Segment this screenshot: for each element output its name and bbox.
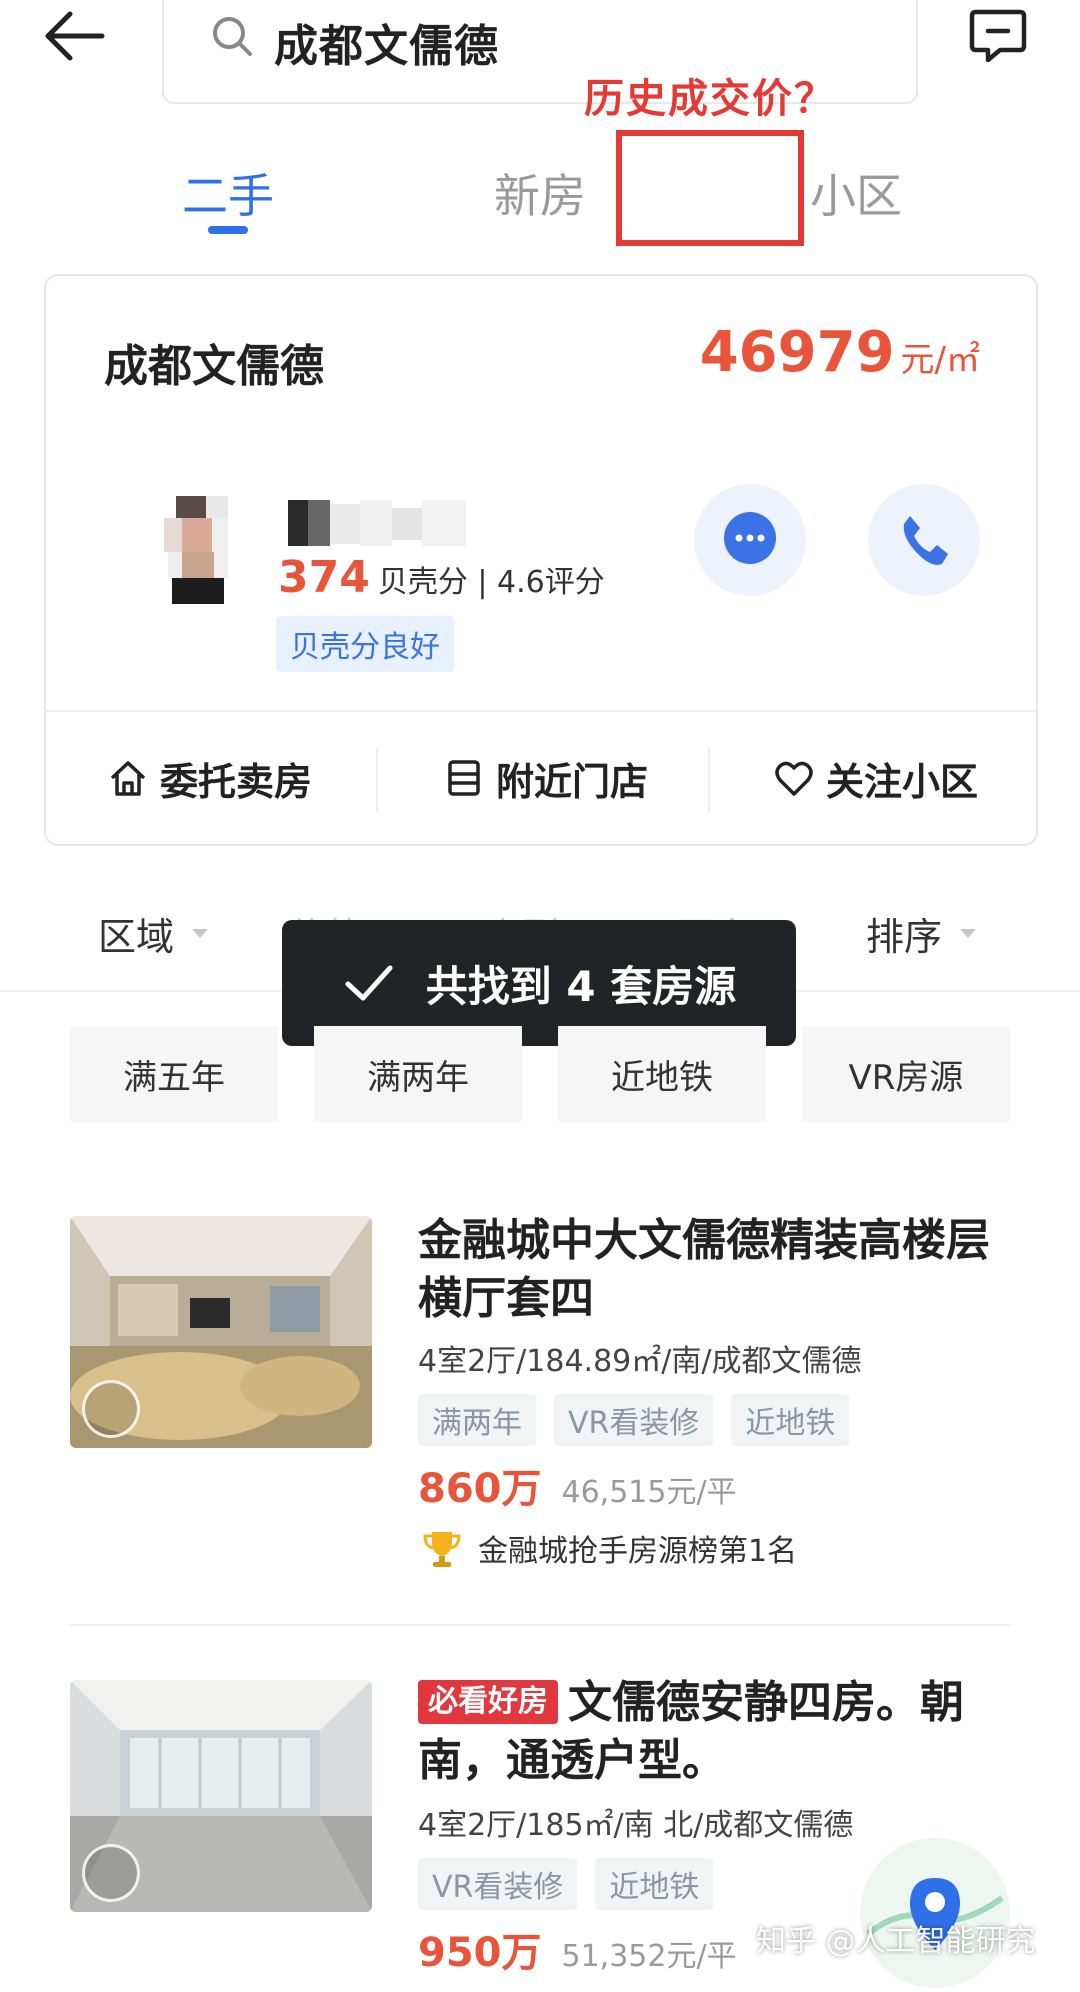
back-arrow-icon[interactable]: [40, 6, 110, 66]
listing-tags: VR看装修 近地铁: [418, 1858, 714, 1910]
community-price: 46979 元/㎡: [700, 320, 980, 385]
card-divider: [46, 710, 1036, 712]
map-button[interactable]: [860, 1838, 1010, 1988]
active-tab-indicator: [208, 226, 248, 234]
quick-tag[interactable]: 近地铁: [558, 1026, 766, 1122]
vr-panorama-icon: [82, 1380, 140, 1438]
listing-price: 950万 51,352元/平: [418, 1920, 737, 1978]
dropdown-arrow-icon: [192, 929, 209, 938]
listing-spec: 4室2厅/184.89㎡/南/成都文儒德: [418, 1344, 862, 1379]
rank-badge: 金融城抢手房源榜第1名: [420, 1526, 797, 1570]
phone-button[interactable]: [868, 484, 980, 596]
score-value: 374: [278, 552, 370, 603]
location-pin-icon: [866, 1878, 1004, 1950]
action-label: 关注小区: [826, 759, 979, 804]
follow-community-button[interactable]: 关注小区: [772, 746, 978, 810]
action-separator: [708, 748, 710, 812]
tab-new-house[interactable]: 新房: [494, 160, 586, 226]
action-label: 附近门店: [496, 759, 649, 804]
listing-tag: VR看装修: [554, 1394, 714, 1446]
watermark: 知乎 @人工智能研究: [756, 1924, 1036, 1959]
quick-tag[interactable]: 满两年: [314, 1026, 522, 1122]
total-price: 860万: [418, 1466, 542, 1512]
listing-price: 860万 46,515元/平: [418, 1456, 737, 1514]
house-icon: [110, 761, 146, 796]
search-icon: [210, 14, 254, 58]
message-icon[interactable]: [966, 4, 1030, 68]
score-text: 贝壳分 | 4.6评分: [377, 565, 605, 600]
score-badge: 贝壳分良好: [276, 616, 454, 672]
unit-price: 46,515元/平: [561, 1475, 737, 1510]
price-unit: 元/㎡: [900, 340, 980, 380]
listing-tags: 满两年 VR看装修 近地铁: [418, 1394, 850, 1446]
filter-area[interactable]: 区域: [98, 906, 209, 961]
tab-community[interactable]: 小区: [810, 160, 902, 226]
dropdown-arrow-icon: [960, 929, 977, 938]
listing-title[interactable]: 必看好房 文儒德安静四房。朝南，通透户型。: [418, 1674, 1018, 1790]
filter-label: 区域: [98, 915, 175, 959]
agent-name-blurred: [288, 500, 468, 548]
tab-second-hand[interactable]: 二手: [182, 160, 274, 226]
action-label: 委托卖房: [160, 759, 313, 804]
chat-button[interactable]: [694, 484, 806, 596]
total-price: 950万: [418, 1930, 542, 1976]
listing-tag: 满两年: [418, 1394, 536, 1446]
chat-icon: [724, 512, 776, 564]
community-name: 成都文儒德: [104, 341, 324, 392]
avatar[interactable]: [154, 496, 236, 604]
listing-photo[interactable]: [70, 1680, 372, 1912]
nearby-store-button[interactable]: 附近门店: [442, 746, 648, 810]
must-see-badge: 必看好房: [418, 1680, 558, 1724]
listing-tag: 近地铁: [731, 1394, 850, 1446]
listing-tag: VR看装修: [418, 1858, 578, 1910]
action-separator: [376, 748, 378, 812]
trophy-icon: [423, 1532, 461, 1567]
unit-price: 51,352元/平: [561, 1939, 737, 1974]
filter-label: 排序: [866, 915, 943, 959]
heart-icon: [775, 761, 813, 796]
rank-text: 金融城抢手房源榜第1名: [478, 1534, 798, 1569]
toast-text: 共找到 4 套房源: [425, 961, 737, 1011]
search-query: 成都文儒德: [274, 21, 499, 72]
annotation-box: [616, 130, 804, 246]
filter-sort[interactable]: 排序: [866, 906, 977, 961]
agent-score: 374 贝壳分 | 4.6评分: [278, 552, 605, 603]
listing-tag: 近地铁: [595, 1858, 714, 1910]
annotation-text: 历史成交价？: [584, 76, 836, 122]
listing-spec: 4室2厅/185㎡/南 北/成都文儒德: [418, 1808, 854, 1843]
entrust-sell-button[interactable]: 委托卖房: [106, 746, 312, 810]
listing-divider: [70, 1624, 1010, 1626]
listing-title[interactable]: 金融城中大文儒德精装高楼层横厅套四: [418, 1212, 1018, 1328]
store-icon: [448, 760, 480, 796]
listing-photo[interactable]: [70, 1216, 372, 1448]
check-icon: [345, 965, 393, 1001]
quick-tag[interactable]: 满五年: [70, 1026, 278, 1122]
quick-tag[interactable]: VR房源: [802, 1026, 1010, 1122]
vr-panorama-icon: [82, 1844, 140, 1902]
phone-icon: [903, 516, 948, 565]
community-card[interactable]: 成都文儒德 46979 元/㎡ 374 贝壳分 | 4.6评分 贝壳分良好 委托…: [44, 274, 1038, 846]
price-value: 46979: [699, 320, 895, 385]
